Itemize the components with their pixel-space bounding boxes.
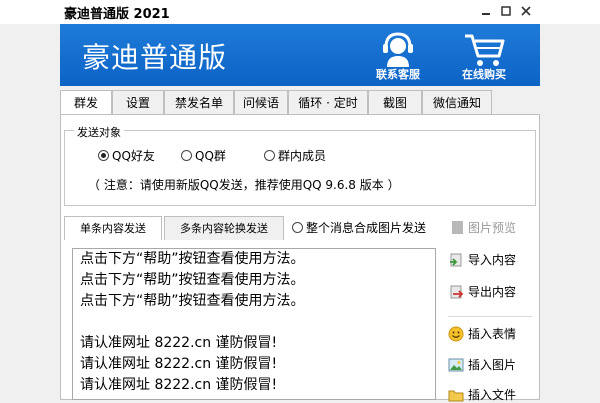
window-title: 豪迪普通版 2021: [64, 7, 170, 22]
close-icon: [521, 6, 531, 16]
document-icon: [452, 221, 463, 234]
version-note: （ 注意：请使用新版QQ发送，推荐使用QQ 9.6.8 版本 ）: [88, 178, 400, 192]
contact-support-label: 联系客服: [376, 68, 420, 81]
radio-qq-friends-label: QQ好友: [112, 149, 155, 163]
send-target-label: 发送对象: [74, 124, 124, 140]
export-content-label: 导出内容: [468, 285, 517, 299]
editor-line: 请认准网址 8222.cn 谨防假冒!: [80, 356, 278, 372]
editor-line: 请认准网址 8222.cn 谨防假冒!: [80, 377, 278, 393]
image-icon: [448, 358, 464, 371]
buy-online-button[interactable]: 在线购买: [452, 30, 516, 84]
minimize-icon: [482, 13, 490, 15]
tab-screenshot[interactable]: 截图: [368, 90, 422, 114]
editor-line: 点击下方“帮助”按钮查看使用方法。: [80, 251, 305, 267]
insert-file-button[interactable]: 插入文件: [448, 386, 516, 403]
insert-emoji-label: 插入表情: [468, 327, 517, 341]
divider: [448, 316, 532, 317]
radio-qq-friends[interactable]: QQ好友: [98, 147, 155, 164]
radio-qq-groups-label: QQ群: [195, 149, 226, 163]
close-button[interactable]: [516, 2, 536, 22]
emoji-icon: [448, 326, 464, 341]
editor-line: 点击下方“帮助”按钮查看使用方法。: [80, 293, 305, 309]
radio-group-members[interactable]: 群内成员: [264, 147, 326, 164]
tab-blocklist[interactable]: 禁发名单: [164, 90, 234, 114]
import-icon: [450, 253, 462, 266]
folder-icon: [448, 390, 464, 401]
radio-group-members-label: 群内成员: [278, 149, 327, 163]
radio-unselected-icon: [292, 222, 303, 233]
tab-settings[interactable]: 设置: [112, 90, 164, 114]
tab-loop-timer[interactable]: 循环 · 定时: [288, 90, 368, 114]
radio-merge-image[interactable]: 整个消息合成图片发送: [292, 219, 426, 236]
contact-support-button[interactable]: 联系客服: [366, 30, 430, 84]
import-content-label: 导入内容: [468, 253, 517, 267]
title-bar: 豪迪普通版 2021: [0, 0, 600, 24]
radio-merge-image-label: 整个消息合成图片发送: [306, 221, 427, 235]
image-preview-label: 图片预览: [468, 221, 517, 235]
minimize-button[interactable]: [476, 2, 496, 22]
tab-greetings[interactable]: 问候语: [234, 90, 288, 114]
headset-icon: [383, 32, 413, 67]
buy-online-label: 在线购买: [462, 68, 506, 81]
shopping-cart-icon: [465, 34, 505, 66]
tab-wechat-notify[interactable]: 微信通知: [422, 90, 492, 114]
tab-multi-content[interactable]: 多条内容轮换发送: [164, 216, 284, 240]
insert-emoji-button[interactable]: 插入表情: [448, 325, 516, 342]
banner: 豪迪普通版 联系客服 在线购买: [60, 24, 540, 86]
radio-unselected-icon: [264, 150, 275, 161]
editor-line: 点击下方“帮助”按钮查看使用方法。: [80, 272, 305, 288]
export-icon: [450, 285, 464, 298]
insert-image-button[interactable]: 插入图片: [448, 356, 516, 373]
message-editor[interactable]: 点击下方“帮助”按钮查看使用方法。 点击下方“帮助”按钮查看使用方法。 点击下方…: [72, 248, 436, 400]
maximize-icon: [501, 6, 511, 16]
export-content-button[interactable]: 导出内容: [448, 283, 516, 300]
tab-single-content[interactable]: 单条内容发送: [64, 216, 162, 240]
tab-mass-send[interactable]: 群发: [60, 90, 112, 114]
send-target-group: [64, 130, 536, 206]
image-preview-button[interactable]: 图片预览: [452, 219, 516, 236]
radio-unselected-icon: [181, 150, 192, 161]
app-name: 豪迪普通版: [82, 41, 228, 74]
editor-line: 请认准网址 8222.cn 谨防假冒!: [80, 335, 278, 351]
import-content-button[interactable]: 导入内容: [448, 251, 516, 268]
radio-selected-icon: [98, 150, 109, 161]
radio-qq-groups[interactable]: QQ群: [181, 147, 226, 164]
maximize-button[interactable]: [496, 2, 516, 22]
insert-image-label: 插入图片: [468, 358, 517, 372]
insert-file-label: 插入文件: [468, 388, 517, 402]
